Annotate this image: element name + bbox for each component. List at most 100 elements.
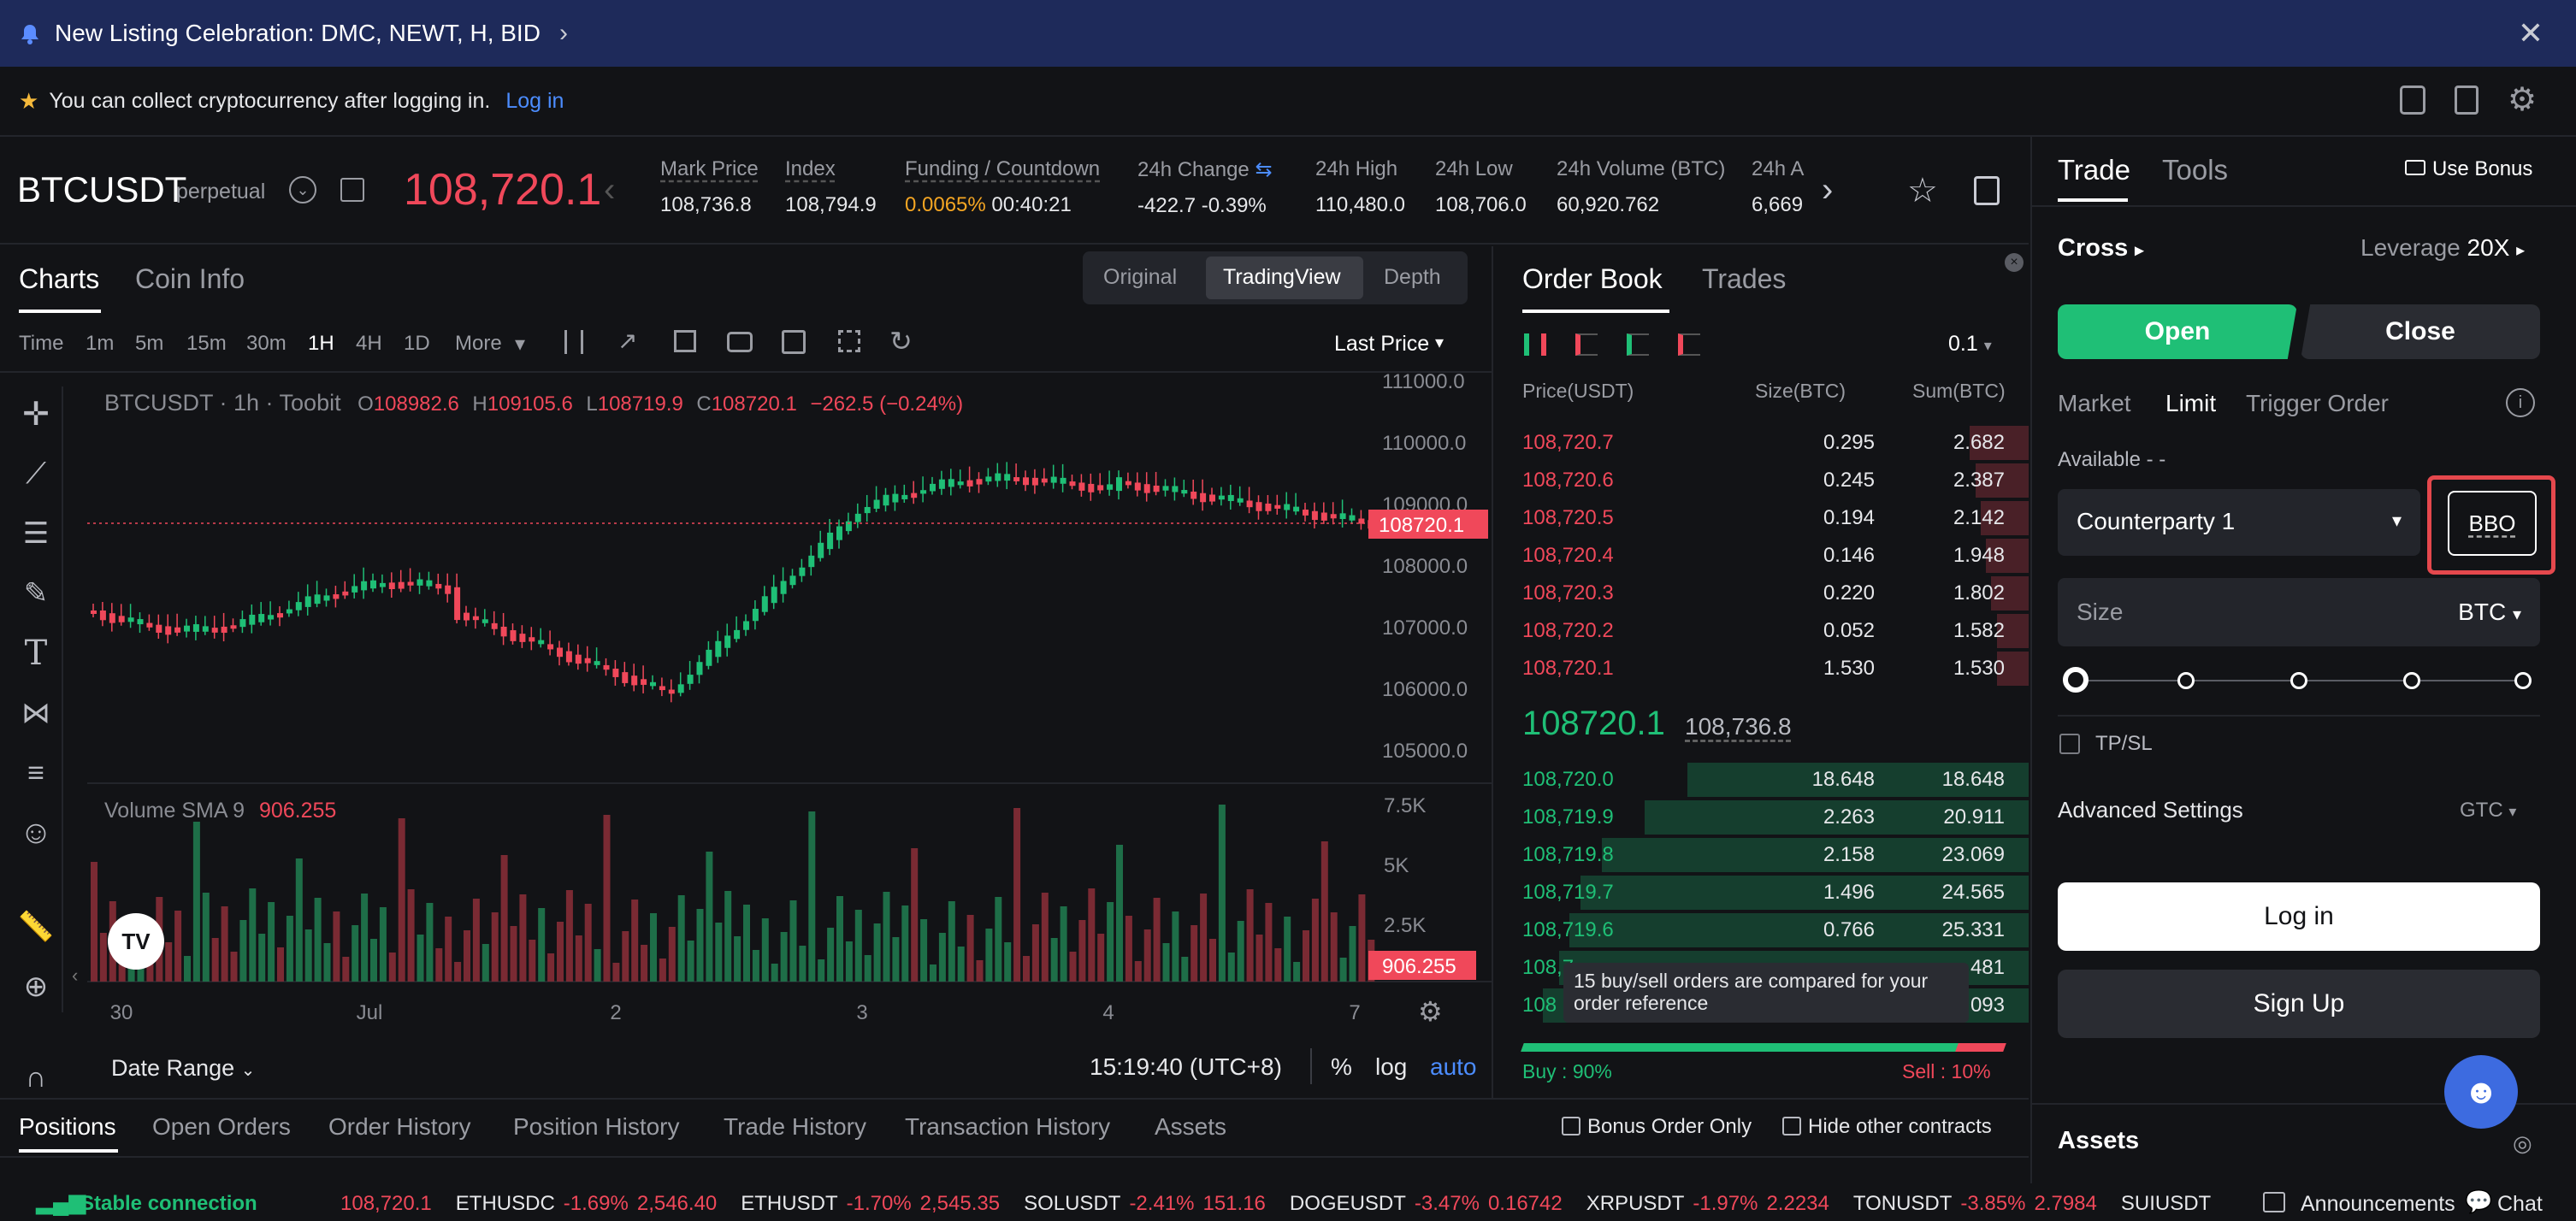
announcement-icon[interactable] <box>2263 1192 2285 1212</box>
book-view-bids-icon[interactable] <box>1627 333 1649 356</box>
book-view-list-icon[interactable] <box>1678 333 1700 356</box>
chevron-right-icon[interactable]: › <box>559 19 568 48</box>
book-icon[interactable] <box>340 178 364 202</box>
tab-order-history[interactable]: Order History <box>328 1113 470 1141</box>
book-mark-price[interactable]: 108,736.8 <box>1685 713 1792 740</box>
bid-row[interactable]: 108,719.6 0.766 25.331 <box>1495 911 2029 949</box>
zoom-in-icon[interactable]: ⊕ <box>12 963 60 1011</box>
favorite-star-icon[interactable]: ☆ <box>1907 171 1938 210</box>
chevron-down-icon[interactable]: ▾ <box>515 332 525 357</box>
help-bot-avatar[interactable]: ☻ <box>2444 1055 2518 1129</box>
size-unit-select[interactable]: BTC ▾ <box>2458 599 2521 626</box>
timeframe-15m[interactable]: 15m <box>186 332 227 356</box>
tpsl-checkbox[interactable] <box>2059 734 2080 754</box>
indicator-icon[interactable]: ↗ <box>617 327 637 355</box>
document-icon[interactable] <box>2455 86 2479 115</box>
percent-scale-toggle[interactable]: % <box>1331 1053 1352 1081</box>
bonus-only-checkbox[interactable] <box>1562 1117 1580 1135</box>
log-scale-toggle[interactable]: log <box>1375 1053 1407 1081</box>
timeframe-5m[interactable]: 5m <box>135 332 163 356</box>
book-view-asks-icon[interactable] <box>1575 333 1598 356</box>
signup-button[interactable]: Sign Up <box>2058 970 2540 1038</box>
precision-select[interactable]: 0.1 ▾ <box>1948 332 1992 357</box>
ticker-item[interactable]: XRPUSDT -1.97% 2.2234 <box>1586 1192 1829 1215</box>
axis-settings-icon[interactable]: ⚙ <box>1418 995 1443 1028</box>
chat-link[interactable]: Chat <box>2497 1192 2543 1217</box>
date-range-button[interactable]: Date Range ⌄ <box>111 1055 255 1082</box>
ticker-item[interactable]: SOLUSDT -2.41% 151.16 <box>1024 1192 1266 1215</box>
brush-icon[interactable]: ✎ <box>12 569 60 617</box>
auto-scale-toggle[interactable]: auto <box>1430 1053 1477 1081</box>
ask-row[interactable]: 108,720.2 0.052 1.582 <box>1495 612 2029 650</box>
bid-row[interactable]: 108,720.0 18.648 18.648 <box>1495 761 2029 799</box>
crosshair-icon[interactable]: ✛ <box>12 390 60 438</box>
symbol-name[interactable]: BTCUSDT <box>17 169 186 210</box>
slider-mark-50[interactable] <box>2290 672 2307 689</box>
tab-transaction-history[interactable]: Transaction History <box>905 1113 1110 1141</box>
price-type-select[interactable]: Last Price <box>1334 332 1429 357</box>
tif-select[interactable]: GTC ▾ <box>2460 799 2516 823</box>
ask-row[interactable]: 108,720.6 0.245 2.387 <box>1495 462 2029 499</box>
open-button[interactable]: Open <box>2058 304 2297 359</box>
trend-line-icon[interactable]: ⟋ <box>12 450 60 498</box>
timeframe-time[interactable]: Time <box>19 332 63 356</box>
stat-label[interactable]: Index <box>785 157 877 181</box>
bid-row[interactable]: 108,719.8 2.158 23.069 <box>1495 836 2029 874</box>
chat-icon[interactable]: 💬 <box>2465 1189 2492 1215</box>
stat-label[interactable]: Mark Price <box>660 157 759 181</box>
slider-mark-100[interactable] <box>2514 672 2532 689</box>
bid-row[interactable]: 108,719.7 1.496 24.565 <box>1495 874 2029 911</box>
view-tradingview-button[interactable]: TradingView <box>1223 265 1341 290</box>
horizontal-lines-icon[interactable]: ☰ <box>12 510 60 557</box>
emoji-icon[interactable]: ☺ <box>12 809 60 857</box>
size-input[interactable]: Size BTC ▾ <box>2058 578 2540 646</box>
collapse-arrow-icon[interactable]: ‹ <box>72 964 78 987</box>
view-depth-button[interactable]: Depth <box>1384 265 1441 290</box>
order-type-market[interactable]: Market <box>2058 390 2131 417</box>
info-icon[interactable]: i <box>2506 388 2535 417</box>
tab-position-history[interactable]: Position History <box>513 1113 680 1141</box>
ask-row[interactable]: 108,720.4 0.146 1.948 <box>1495 537 2029 575</box>
tab-assets[interactable]: Assets <box>1155 1113 1226 1141</box>
login-button[interactable]: Log in <box>2058 882 2540 951</box>
refresh-icon[interactable]: ↻ <box>889 325 913 357</box>
bbo-button[interactable]: BBO <box>2448 491 2537 556</box>
tab-tools[interactable]: Tools <box>2162 154 2228 186</box>
close-button[interactable]: Close <box>2301 304 2540 359</box>
timeframe-1m[interactable]: 1m <box>86 332 114 356</box>
chevron-left-icon[interactable]: ‹ <box>604 171 615 209</box>
text-icon[interactable]: T <box>12 629 60 677</box>
timeframe-4h[interactable]: 4H <box>356 332 382 356</box>
advanced-settings[interactable]: Advanced Settings <box>2058 797 2243 823</box>
stat-label[interactable]: Funding / Countdown <box>905 157 1100 181</box>
ticker-item[interactable]: 108,720.1 <box>323 1192 432 1215</box>
ruler-icon[interactable]: 📏 <box>12 903 60 951</box>
close-icon[interactable]: ✕ <box>2518 15 2544 51</box>
size-slider[interactable] <box>2063 667 2532 693</box>
counterparty-select[interactable]: Counterparty 1 ▾ <box>2058 489 2420 556</box>
ask-row[interactable]: 108,720.1 1.530 1.530 <box>1495 650 2029 687</box>
notes-icon[interactable] <box>1974 176 2000 205</box>
hide-other-checkbox[interactable] <box>1782 1117 1801 1135</box>
bid-row[interactable]: 108,719.9 2.263 20.911 <box>1495 799 2029 836</box>
leverage-select[interactable]: Leverage 20X ▸ <box>2360 234 2525 262</box>
ticker-item[interactable]: SUIUSDT <box>2121 1192 2228 1215</box>
forecast-icon[interactable]: ≡ <box>12 749 60 797</box>
ticker-item[interactable]: TONUSDT -3.85% 2.7984 <box>1853 1192 2097 1215</box>
camera-icon[interactable] <box>727 332 753 352</box>
chart-area[interactable]: 111000.0 110000.0 109000.0 108000.0 107000.0… <box>0 371 1493 1047</box>
order-type-limit[interactable]: Limit <box>2165 390 2216 417</box>
login-link[interactable]: Log in <box>505 89 564 114</box>
chevron-down-icon[interactable]: ⌄ <box>289 176 316 204</box>
tab-charts[interactable]: Charts <box>19 263 99 295</box>
timeframe-1h[interactable]: 1H <box>308 332 334 356</box>
view-original-button[interactable]: Original <box>1103 265 1177 290</box>
ask-row[interactable]: 108,720.7 0.295 2.682 <box>1495 424 2029 462</box>
tab-positions[interactable]: Positions <box>19 1113 116 1141</box>
tab-trade[interactable]: Trade <box>2058 154 2130 186</box>
ticker-item[interactable]: ETHUSDC -1.69% 2,546.40 <box>456 1192 717 1215</box>
magnet-icon[interactable]: ∩ <box>12 1053 60 1101</box>
slider-handle[interactable] <box>2063 667 2089 693</box>
tab-order-book[interactable]: Order Book <box>1522 263 1663 295</box>
swap-icon[interactable]: ⇆ <box>1255 158 1272 181</box>
